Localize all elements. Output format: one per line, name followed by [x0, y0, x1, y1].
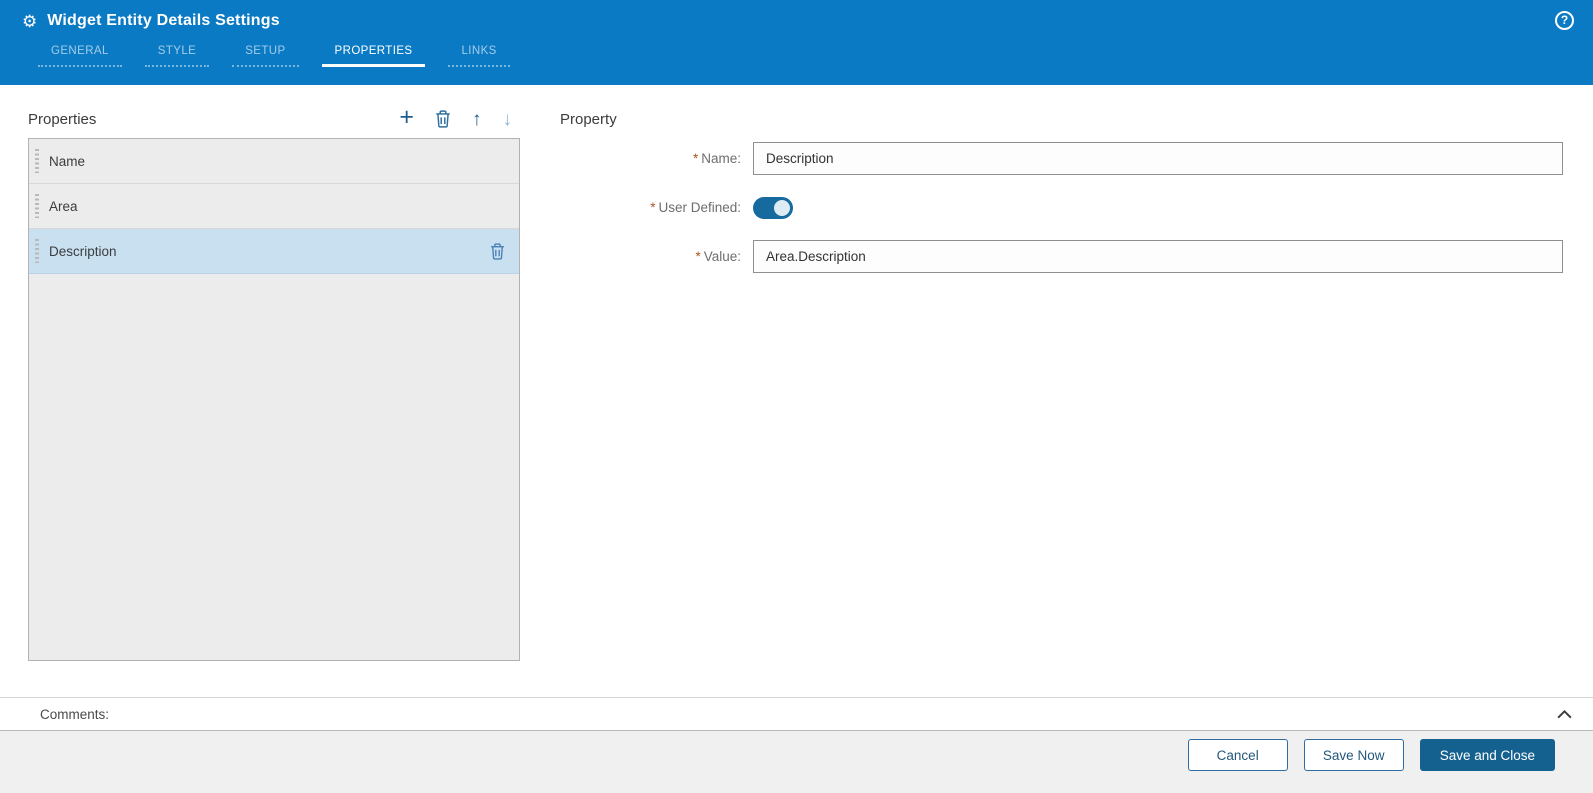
list-item-area[interactable]: Area	[29, 184, 519, 229]
list-item-name[interactable]: Name	[29, 139, 519, 184]
comments-bar: Comments:	[0, 697, 1593, 731]
property-form: *Name: *User Defined: *Value:	[560, 142, 1563, 289]
properties-title: Properties	[28, 110, 97, 128]
list-item-label: Area	[49, 198, 78, 214]
help-icon[interactable]: ?	[1555, 11, 1574, 30]
cancel-button[interactable]: Cancel	[1187, 739, 1288, 771]
move-down-button[interactable]: ↓	[503, 110, 513, 129]
save-and-close-button[interactable]: Save and Close	[1419, 739, 1555, 771]
tab-links[interactable]: LINKS	[448, 41, 510, 67]
gear-icon: ⚙	[22, 11, 38, 31]
form-row-value: * Value:	[560, 240, 1563, 273]
form-row-name: * Name:	[560, 142, 1563, 175]
page-title: Widget Entity Details Settings	[47, 12, 280, 29]
chevron-up-icon	[1557, 709, 1572, 718]
add-property-button[interactable]: +	[399, 105, 414, 130]
tab-bar: GENERAL STYLE SETUP PROPERTIES LINKS	[38, 41, 1593, 67]
comments-label: Comments:	[40, 706, 110, 722]
user-defined-label: * User Defined:	[650, 200, 741, 215]
footer-bar: Cancel Save Now Save and Close	[0, 731, 1593, 793]
toggle-knob	[774, 199, 790, 216]
drag-handle-icon[interactable]	[35, 194, 39, 218]
save-now-button[interactable]: Save Now	[1303, 739, 1404, 771]
form-row-user-defined: * User Defined:	[560, 191, 1563, 224]
delete-property-button[interactable]	[435, 110, 451, 128]
trash-icon	[491, 242, 504, 260]
property-form-title: Property	[560, 111, 617, 128]
value-label: * Value:	[695, 249, 741, 264]
dialog-header: ⚙ Widget Entity Details Settings ? GENER…	[0, 0, 1593, 85]
delete-row-button[interactable]	[490, 242, 505, 260]
tab-style[interactable]: STYLE	[144, 41, 210, 67]
properties-toolbar: + ↑ ↓	[399, 105, 520, 130]
drag-handle-icon[interactable]	[35, 239, 39, 263]
required-asterisk: *	[692, 151, 699, 166]
list-item-description[interactable]: Description	[29, 229, 519, 274]
name-label: * Name:	[692, 151, 741, 166]
properties-panel-header: Properties + ↑ ↓	[28, 104, 520, 134]
properties-list: Name Area Description	[28, 138, 520, 661]
list-item-label: Name	[49, 153, 86, 169]
name-field[interactable]	[753, 142, 1563, 175]
value-field[interactable]	[753, 240, 1563, 273]
tab-setup[interactable]: SETUP	[232, 41, 299, 67]
list-item-label: Description	[49, 243, 117, 259]
user-defined-toggle[interactable]	[753, 196, 793, 219]
title-row: ⚙ Widget Entity Details Settings	[0, 0, 1593, 30]
collapse-comments-button[interactable]	[1556, 709, 1573, 720]
tab-properties[interactable]: PROPERTIES	[321, 41, 426, 67]
required-asterisk: *	[650, 200, 656, 215]
drag-handle-icon[interactable]	[35, 149, 39, 173]
move-up-button[interactable]: ↑	[472, 110, 482, 129]
tab-general[interactable]: GENERAL	[38, 41, 122, 67]
required-asterisk: *	[695, 249, 701, 264]
trash-icon	[436, 110, 450, 128]
